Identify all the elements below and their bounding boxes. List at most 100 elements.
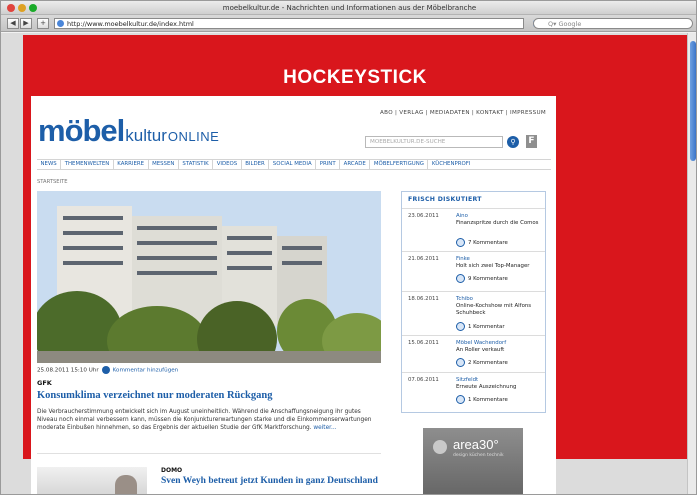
sidebar-item-text: Tchibo Online-Kochshow mit Alfons Schuhbe… — [456, 296, 542, 317]
logo-suffix: ONLINE — [167, 129, 220, 144]
nav-item-themenwelten[interactable]: THEMENWELTEN — [61, 160, 114, 169]
site-logo[interactable]: möbelkulturONLINE — [38, 113, 219, 149]
lead-kicker: GFK — [37, 379, 52, 387]
comment-icon[interactable] — [101, 366, 110, 374]
top-navigation[interactable]: ABO | VERLAG | MEDIADATEN | KONTAKT | IM… — [380, 110, 546, 116]
nav-item-kuechenprofi[interactable]: KÜCHENPROFI — [428, 160, 474, 169]
main-navigation: NEWS THEMENWELTEN KARRIERE MESSEN STATIS… — [37, 159, 551, 170]
sidebar-item-comments[interactable]: 1 Kommentare — [456, 395, 508, 404]
sidebar-item-date: 15.06.2011 — [408, 340, 439, 346]
comment-count: 1 Kommentar — [468, 324, 505, 330]
sidebar-item-comments[interactable]: 2 Kommentare — [456, 358, 508, 367]
minimize-window-button[interactable] — [18, 4, 26, 12]
comment-icon — [456, 395, 465, 404]
nav-item-moebelfertigung[interactable]: MÖBELFERTIGUNG — [370, 160, 429, 169]
nav-item-news[interactable]: NEWS — [37, 160, 62, 169]
sidebar-item-desc: An Roller verkauft — [456, 347, 505, 353]
sidebar-item-desc: Online-Kochshow mit Alfons Schuhbeck — [456, 303, 532, 316]
add-bookmark-button[interactable]: + — [37, 18, 49, 29]
nav-item-videos[interactable]: VIDEOS — [213, 160, 242, 169]
ad-tagline: design küchen technik — [453, 453, 504, 458]
browser-search-field[interactable]: Q▾ Google — [533, 18, 693, 29]
second-article-image[interactable] — [37, 467, 147, 494]
vertical-scrollbar[interactable] — [687, 33, 696, 494]
nav-item-messen[interactable]: MESSEN — [149, 160, 179, 169]
sidebar-item-name[interactable]: Möbel Wachendorf — [456, 340, 506, 346]
sidebar-item-text: Finke Holt sich zwei Top-Manager — [456, 256, 542, 270]
comment-count: 2 Kommentare — [468, 360, 508, 366]
comment-count: 9 Kommentare — [468, 276, 508, 282]
sidebar-item[interactable]: 18.06.2011 Tchibo Online-Kochshow mit Alf… — [402, 291, 545, 335]
add-comment-link[interactable]: Kommentar hinzufügen — [113, 368, 179, 374]
zoom-window-button[interactable] — [29, 4, 37, 12]
search-button[interactable]: ⚲ — [507, 136, 519, 148]
second-headline[interactable]: Sven Weyh betreut jetzt Kunden in ganz D… — [161, 476, 381, 487]
lead-dateline: 25.08.2011 15:10 Uhr Kommentar hinzufügen — [37, 366, 178, 374]
lead-headline[interactable]: Konsumklima verzeichnet nur moderaten Rü… — [37, 390, 272, 401]
nav-item-social-media[interactable]: SOCIAL MEDIA — [269, 160, 317, 169]
lead-article-image[interactable] — [37, 191, 381, 363]
search-placeholder: Q▾ Google — [548, 20, 582, 28]
sidebar-item-comments[interactable]: 9 Kommentare — [456, 274, 508, 283]
close-window-button[interactable] — [7, 4, 15, 12]
banner-title: HOCKEYSTICK — [283, 67, 427, 88]
title-bar: moebelkultur.de - Nachrichten und Inform… — [1, 1, 696, 15]
facebook-icon[interactable]: F — [526, 135, 537, 148]
sidebar-item[interactable]: 21.06.2011 Finke Holt sich zwei Top-Manag… — [402, 251, 545, 291]
back-button[interactable]: ◀ — [7, 18, 19, 29]
comment-icon — [456, 358, 465, 367]
read-more-link[interactable]: weiter... — [313, 425, 336, 431]
nav-item-print[interactable]: PRINT — [316, 160, 341, 169]
sidebar-item-desc: Holt sich zwei Top-Manager — [456, 263, 530, 269]
browser-toolbar: ◀ ▶ + http://www.moebelkultur.de/index.h… — [1, 15, 696, 32]
forward-button[interactable]: ▶ — [20, 18, 32, 29]
sidebar-item-name[interactable]: Finke — [456, 256, 470, 262]
nav-item-bilder[interactable]: BILDER — [242, 160, 270, 169]
area30-advertisement[interactable]: area30° design küchen technik — [423, 428, 523, 494]
comment-icon — [456, 322, 465, 331]
person-photo — [115, 475, 137, 494]
sidebar-item-desc: Finanzspritze durch die Comos — [456, 220, 539, 226]
sidebar-item-date: 18.06.2011 — [408, 296, 439, 302]
comment-icon — [456, 274, 465, 283]
lead-date: 25.08.2011 15:10 Uhr — [37, 367, 99, 374]
sidebar-item-name[interactable]: Tchibo — [456, 296, 473, 302]
sidebar-item-text: Möbel Wachendorf An Roller verkauft — [456, 340, 542, 354]
logo-middle: kultur — [125, 126, 167, 145]
sidebar-item-date: 21.06.2011 — [408, 256, 439, 262]
ad-logo-icon — [433, 440, 447, 454]
sidebar-item-text: Aino Finanzspritze durch die Comos — [456, 213, 542, 227]
nav-item-statistik[interactable]: STATISTIK — [179, 160, 214, 169]
second-kicker: DOMO — [161, 467, 183, 474]
scrollbar-thumb[interactable] — [690, 41, 696, 161]
sidebar-item-date: 23.06.2011 — [408, 213, 439, 219]
sidebar-item-comments[interactable]: 7 Kommentare — [456, 238, 508, 247]
sidebar-item[interactable]: 23.06.2011 Aino Finanzspritze durch die C… — [402, 208, 545, 251]
website-page: ABO | VERLAG | MEDIADATEN | KONTAKT | IM… — [31, 96, 556, 494]
sidebar-item-name[interactable]: Aino — [456, 213, 468, 219]
browser-window: moebelkultur.de - Nachrichten und Inform… — [0, 0, 697, 495]
sidebar-item-text: Sitzfeldt Erneute Auszeichnung — [456, 377, 542, 391]
sidebar-item-comments[interactable]: 1 Kommentar — [456, 322, 505, 331]
address-text: http://www.moebelkultur.de/index.html — [67, 20, 194, 28]
comment-icon — [456, 238, 465, 247]
site-search-input[interactable]: MOEBELKULTUR.DE-SUCHE — [365, 136, 503, 148]
sidebar-item-desc: Erneute Auszeichnung — [456, 384, 517, 390]
lead-teaser: Die Verbraucherstimmung entwickelt sich … — [37, 408, 382, 432]
window-title: moebelkultur.de - Nachrichten und Inform… — [222, 4, 477, 12]
breadcrumb[interactable]: STARTSEITE — [37, 179, 68, 185]
sidebar-item[interactable]: 15.06.2011 Möbel Wachendorf An Roller ver… — [402, 335, 545, 372]
nav-item-karriere[interactable]: KARRIERE — [114, 160, 149, 169]
ad-brand: area30° — [453, 437, 499, 452]
address-bar[interactable]: http://www.moebelkultur.de/index.html ¢ — [54, 18, 558, 29]
comment-count: 7 Kommentare — [468, 240, 508, 246]
comment-count: 1 Kommentare — [468, 397, 508, 403]
sidebar-title: FRISCH DISKUTIERT — [408, 196, 482, 203]
sidebar-item[interactable]: 07.06.2011 Sitzfeldt Erneute Auszeichnung… — [402, 372, 545, 412]
globe-icon — [57, 20, 64, 27]
divider — [37, 453, 381, 454]
logo-main: möbel — [38, 113, 125, 148]
sidebar-item-name[interactable]: Sitzfeldt — [456, 377, 478, 383]
sidebar-item-date: 07.06.2011 — [408, 377, 439, 383]
nav-item-arcade[interactable]: ARCADE — [340, 160, 371, 169]
